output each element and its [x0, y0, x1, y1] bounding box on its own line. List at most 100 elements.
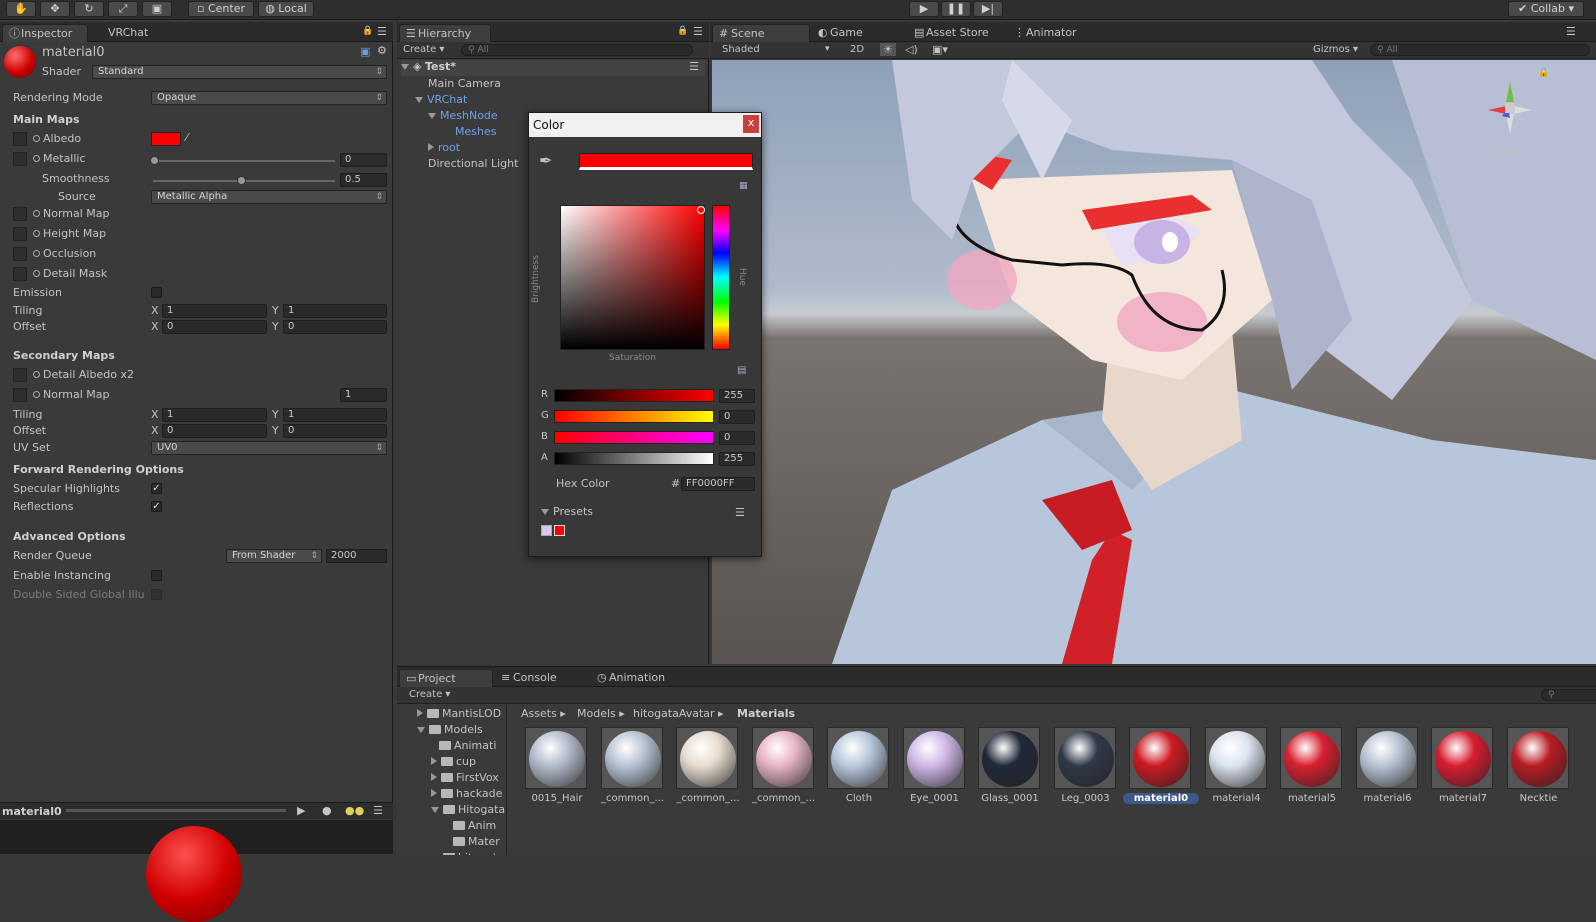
hierarchy-item-directional-light[interactable]: Directional Light: [428, 157, 518, 170]
hierarchy-lock-icon[interactable]: 🔒: [677, 26, 688, 36]
offset-x-field[interactable]: 0: [162, 320, 267, 334]
detail-normal-slot[interactable]: [13, 388, 27, 402]
folder-item[interactable]: Mater: [453, 835, 500, 848]
collapse-arrow-icon[interactable]: [431, 757, 437, 765]
asset-item[interactable]: _common_...: [600, 727, 665, 811]
breadcrumb-item[interactable]: Assets ▸: [521, 707, 566, 720]
metallic-slider-knob[interactable]: [150, 156, 159, 165]
saturation-brightness-square[interactable]: [560, 205, 705, 350]
hierarchy-item-root[interactable]: root: [428, 141, 460, 154]
gizmo-lock-icon[interactable]: 🔒: [1538, 68, 1549, 78]
shader-dropdown[interactable]: Standard: [92, 65, 387, 79]
scene-viewport[interactable]: y x 🔒 ≡Iso: [712, 60, 1596, 664]
red-value-field[interactable]: 255: [719, 389, 755, 403]
asset-item[interactable]: material4: [1204, 727, 1269, 811]
eyedropper-icon[interactable]: ⁄: [186, 131, 188, 144]
preview-lights-icon[interactable]: ●●: [345, 804, 364, 817]
hierarchy-item-vrchat[interactable]: VRChat: [415, 93, 467, 106]
hierarchy-menu-icon[interactable]: ☰: [693, 25, 703, 38]
hierarchy-search-input[interactable]: ⚲ All: [461, 44, 693, 56]
normal-map-picker-icon[interactable]: [33, 210, 40, 217]
expand-arrow-icon[interactable]: [415, 97, 423, 103]
albedo-color-swatch[interactable]: [151, 132, 181, 146]
mode-2d-toggle[interactable]: 2D: [850, 44, 864, 55]
smoothness-slider-knob[interactable]: [237, 176, 246, 185]
tab-asset-store[interactable]: ▤ Asset Store: [908, 24, 1006, 42]
alpha-slider[interactable]: [554, 452, 714, 465]
preview-menu-icon[interactable]: ☰: [373, 804, 383, 817]
green-value-field[interactable]: 0: [719, 410, 755, 424]
shading-dropdown-arrow-icon[interactable]: ▾: [825, 44, 830, 54]
detail-mask-slot[interactable]: [13, 267, 27, 281]
collapse-arrow-icon[interactable]: [431, 789, 437, 797]
tab-scene[interactable]: # Scene: [712, 24, 810, 42]
slider-mode-icon[interactable]: ▤: [737, 365, 746, 376]
uv-set-dropdown[interactable]: UV0: [151, 441, 387, 455]
normal-map-slot[interactable]: [13, 207, 27, 221]
asset-item[interactable]: material0: [1123, 727, 1199, 811]
occlusion-slot[interactable]: [13, 247, 27, 261]
tab-project[interactable]: ▭ Project: [399, 669, 493, 687]
folder-item[interactable]: MantisLOD: [417, 707, 501, 720]
red-slider[interactable]: [554, 389, 714, 402]
detail-albedo-slot[interactable]: [13, 368, 27, 382]
detail-albedo-picker-icon[interactable]: [33, 371, 40, 378]
eyedropper-icon[interactable]: ✒: [539, 151, 552, 170]
smoothness-value-field[interactable]: 0.5: [340, 173, 387, 187]
hex-color-field[interactable]: FF0000FF: [681, 477, 755, 491]
asset-item[interactable]: _common_...: [751, 727, 816, 811]
blue-value-field[interactable]: 0: [719, 431, 755, 445]
detail-mask-picker-icon[interactable]: [33, 270, 40, 277]
rect-tool-button[interactable]: ▣: [142, 1, 172, 17]
source-dropdown[interactable]: Metallic Alpha: [151, 190, 387, 204]
hierarchy-item-meshnode[interactable]: MeshNode: [428, 109, 498, 122]
expand-arrow-icon[interactable]: [431, 807, 439, 813]
metallic-value-field[interactable]: 0: [340, 153, 387, 167]
folder-item[interactable]: hitogata: [431, 851, 504, 855]
lighting-toggle-icon[interactable]: ☀: [880, 43, 896, 56]
hue-strip[interactable]: [712, 205, 730, 350]
specular-checkbox[interactable]: ✓: [151, 483, 162, 494]
help-icon[interactable]: ▣: [360, 45, 370, 58]
gizmos-dropdown[interactable]: Gizmos ▾: [1313, 44, 1358, 55]
step-button[interactable]: ▶|: [973, 1, 1003, 17]
hierarchy-item-meshes[interactable]: Meshes: [455, 125, 496, 138]
green-slider[interactable]: [554, 410, 714, 423]
folder-item[interactable]: Anim: [453, 819, 496, 832]
preset-swatch-red[interactable]: [554, 525, 565, 536]
preview-sphere-icon[interactable]: ●: [322, 804, 332, 817]
pivot-center-button[interactable]: ▫ Center: [188, 1, 254, 17]
breadcrumb-item[interactable]: hitogataAvatar ▸: [633, 707, 724, 720]
asset-item[interactable]: Cloth: [827, 727, 891, 811]
orientation-gizmo[interactable]: y x: [1478, 72, 1540, 138]
folder-item[interactable]: Hitogata: [431, 803, 505, 816]
breadcrumb-item[interactable]: Materials: [737, 707, 795, 720]
scene-menu-icon[interactable]: ☰: [1566, 25, 1576, 38]
shading-mode-dropdown[interactable]: Shaded: [722, 44, 760, 55]
expand-arrow-icon[interactable]: [428, 113, 436, 119]
asset-item[interactable]: 0015_Hair: [525, 727, 589, 811]
emission-checkbox[interactable]: [151, 287, 162, 298]
tab-vrchat[interactable]: VRChat: [90, 24, 160, 42]
asset-item[interactable]: Leg_0003: [1053, 727, 1118, 811]
metallic-picker-icon[interactable]: [33, 155, 40, 162]
scene-menu-icon[interactable]: ☰: [689, 60, 699, 73]
collapse-arrow-icon[interactable]: [417, 709, 423, 717]
folder-item[interactable]: Animati: [439, 739, 496, 752]
render-queue-mode-dropdown[interactable]: From Shader: [226, 549, 322, 563]
tiling-y-field[interactable]: 1: [283, 304, 387, 318]
tab-animator[interactable]: ⋮ Animator: [1008, 24, 1098, 42]
presets-menu-icon[interactable]: ☰: [735, 506, 745, 519]
presets-toggle[interactable]: Presets: [541, 505, 593, 518]
project-search-input[interactable]: ⚲: [1541, 689, 1596, 701]
picker-mode-icon[interactable]: ▦: [739, 181, 748, 191]
pivot-local-button[interactable]: ◍ Local: [258, 1, 314, 17]
rendering-mode-dropdown[interactable]: Opaque: [151, 91, 387, 105]
tab-hierarchy[interactable]: ☰ Hierarchy: [399, 24, 491, 42]
instancing-checkbox[interactable]: [151, 570, 162, 581]
pause-button[interactable]: ❚❚: [941, 1, 971, 17]
preview-resize-handle[interactable]: [66, 809, 286, 812]
height-map-slot[interactable]: [13, 227, 27, 241]
expand-arrow-icon[interactable]: [417, 727, 425, 733]
rotate-tool-button[interactable]: ↻: [74, 1, 104, 17]
